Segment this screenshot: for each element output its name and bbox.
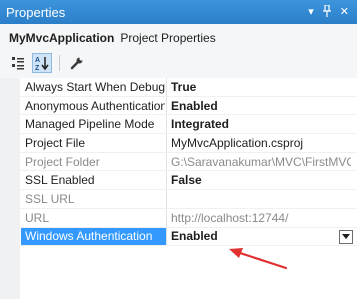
annotation-arrow	[229, 248, 288, 270]
